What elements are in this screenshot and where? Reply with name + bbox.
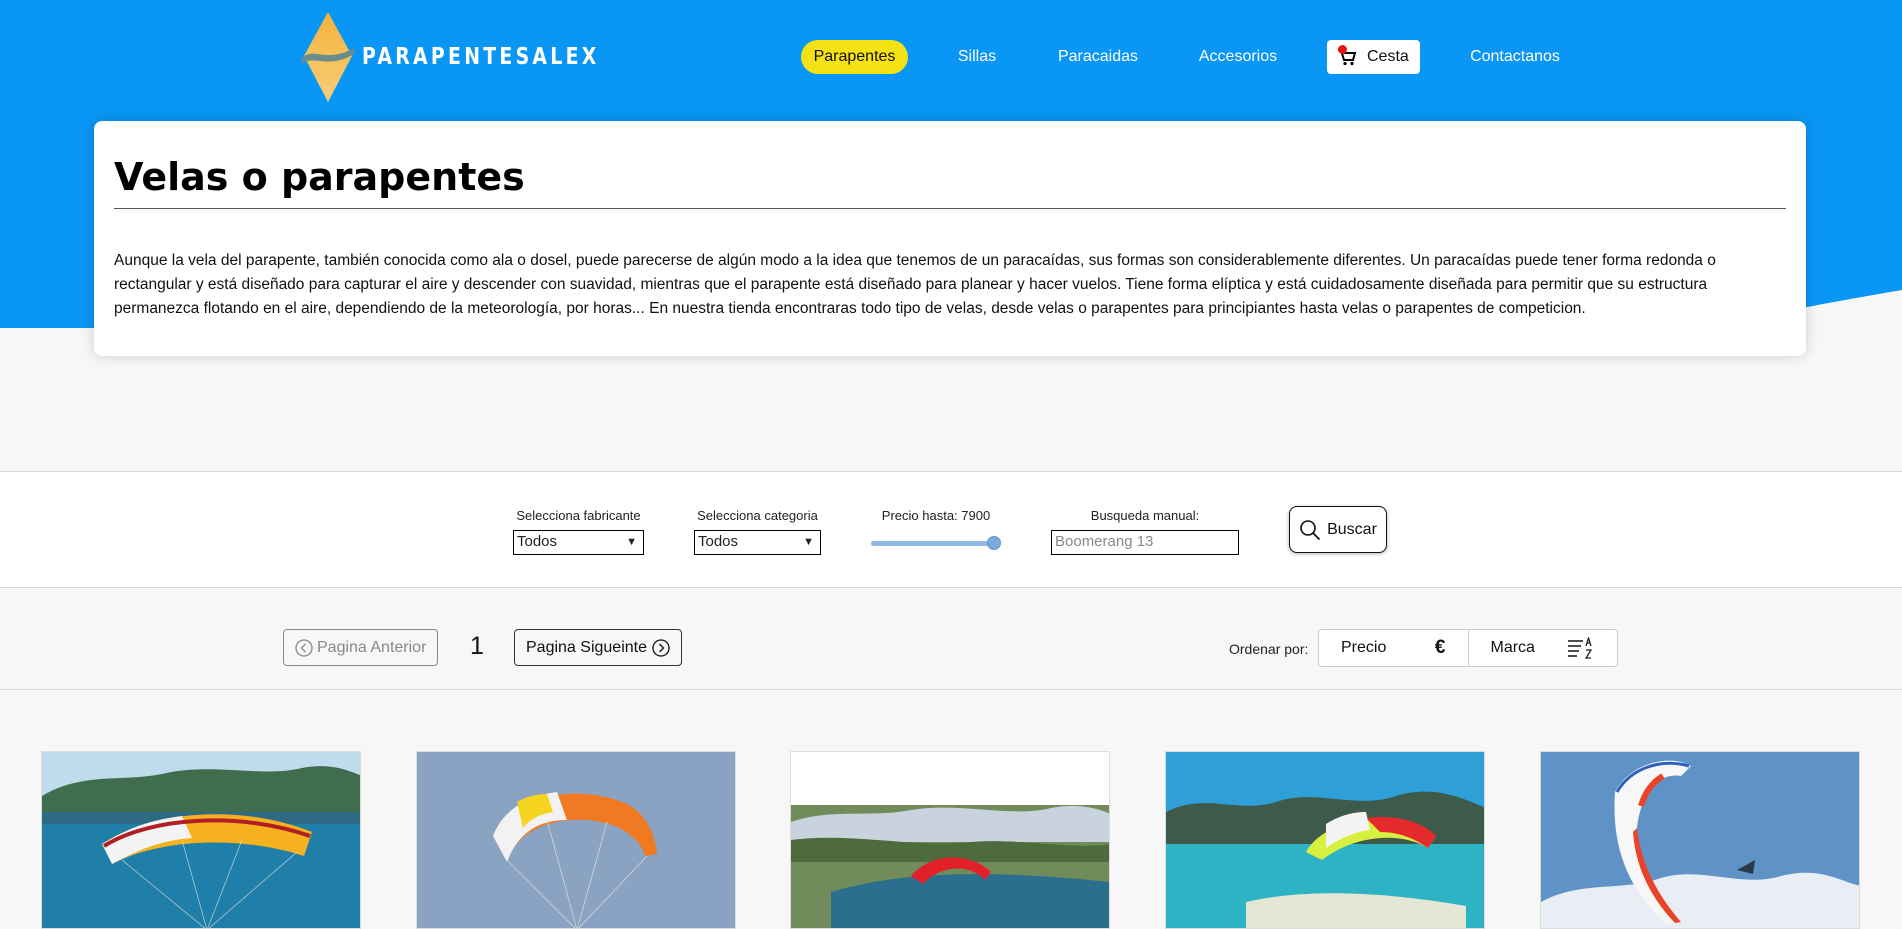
sort-label: Ordenar por:: [1229, 641, 1309, 657]
nav-paracaidas[interactable]: Paracaidas: [1050, 40, 1146, 74]
manufacturer-filter: Selecciona fabricante Todos ▼: [513, 508, 644, 555]
price-filter: Precio hasta: 7900: [871, 508, 1001, 554]
price-label: Precio hasta: 7900: [881, 508, 991, 523]
product-card[interactable]: [1540, 751, 1860, 929]
product-card[interactable]: [1165, 751, 1485, 929]
sort-brand-label: Marca: [1490, 639, 1535, 656]
product-card[interactable]: [416, 751, 736, 929]
product-card[interactable]: [41, 751, 361, 929]
pagination-bar: Pagina Anterior 1 Pagina Sigueinte Orden…: [0, 588, 1902, 690]
prev-page-button[interactable]: Pagina Anterior: [283, 629, 439, 666]
sort-by-price-button[interactable]: Precio €: [1319, 630, 1468, 666]
sort-options: Precio € Marca: [1318, 629, 1618, 667]
cart-button[interactable]: Cesta: [1327, 40, 1420, 74]
nav-accesorios[interactable]: Accesorios: [1190, 40, 1286, 74]
current-page-number: 1: [470, 632, 484, 660]
chevron-right-circle-icon: [652, 638, 670, 657]
search-button-label: Buscar: [1327, 520, 1377, 538]
paraglider-lime-red-coast-image: [1166, 752, 1484, 928]
next-page-button[interactable]: Pagina Sigueinte: [514, 629, 682, 666]
main-nav: Parapentes Sillas Paracaidas Accesorios …: [0, 40, 1902, 74]
manual-search-filter: Busqueda manual: Boomerang 13: [1051, 508, 1239, 555]
category-select-value: Todos: [698, 533, 739, 550]
sort-alpha-icon: [1568, 637, 1593, 659]
intro-card: Velas o parapentes Aunque la vela del pa…: [94, 121, 1806, 356]
sort-by-brand-button[interactable]: Marca: [1467, 630, 1618, 666]
filter-bar: Selecciona fabricante Todos ▼ Selecciona…: [0, 471, 1902, 588]
cart-notification-dot: [1338, 45, 1347, 54]
category-label: Selecciona categoria: [697, 508, 818, 523]
paraglider-white-red-snowy-peaks-image: [1541, 752, 1859, 928]
price-slider-thumb[interactable]: [987, 536, 1001, 550]
nav-contactanos[interactable]: Contactanos: [1460, 40, 1570, 74]
prev-page-label: Pagina Anterior: [317, 638, 427, 656]
category-select[interactable]: Todos ▼: [694, 530, 821, 555]
manufacturer-select[interactable]: Todos ▼: [513, 530, 644, 555]
chevron-left-circle-icon: [295, 638, 313, 657]
chevron-down-icon: ▼: [626, 536, 637, 548]
product-grid: [0, 751, 1902, 929]
paraglider-orange-yellow-sky-image: [417, 752, 735, 928]
sort-price-label: Precio: [1341, 639, 1387, 656]
next-page-label: Pagina Sigueinte: [526, 638, 647, 656]
paraglider-orange-red-over-lake-image: [42, 752, 360, 928]
title-divider: [114, 208, 1786, 209]
search-button[interactable]: Buscar: [1289, 506, 1387, 553]
price-slider[interactable]: [871, 530, 1001, 554]
nav-sillas[interactable]: Sillas: [940, 40, 1014, 74]
manual-search-label: Busqueda manual:: [1090, 508, 1200, 523]
search-icon: [1300, 519, 1321, 540]
paraglider-red-over-mountains-image: [791, 752, 1109, 928]
price-slider-track: [871, 541, 995, 546]
manufacturer-label: Selecciona fabricante: [516, 508, 641, 523]
chevron-down-icon: ▼: [803, 536, 814, 548]
category-filter: Selecciona categoria Todos ▼: [694, 508, 821, 555]
page-title: Velas o parapentes: [114, 155, 525, 199]
product-card[interactable]: [790, 751, 1110, 929]
manufacturer-select-value: Todos: [517, 533, 558, 550]
nav-parapentes[interactable]: Parapentes: [801, 40, 908, 74]
cart-label: Cesta: [1367, 48, 1409, 65]
manual-search-input[interactable]: Boomerang 13: [1051, 530, 1239, 555]
intro-text: Aunque la vela del parapente, también co…: [114, 252, 1716, 317]
euro-icon: €: [1434, 637, 1446, 658]
